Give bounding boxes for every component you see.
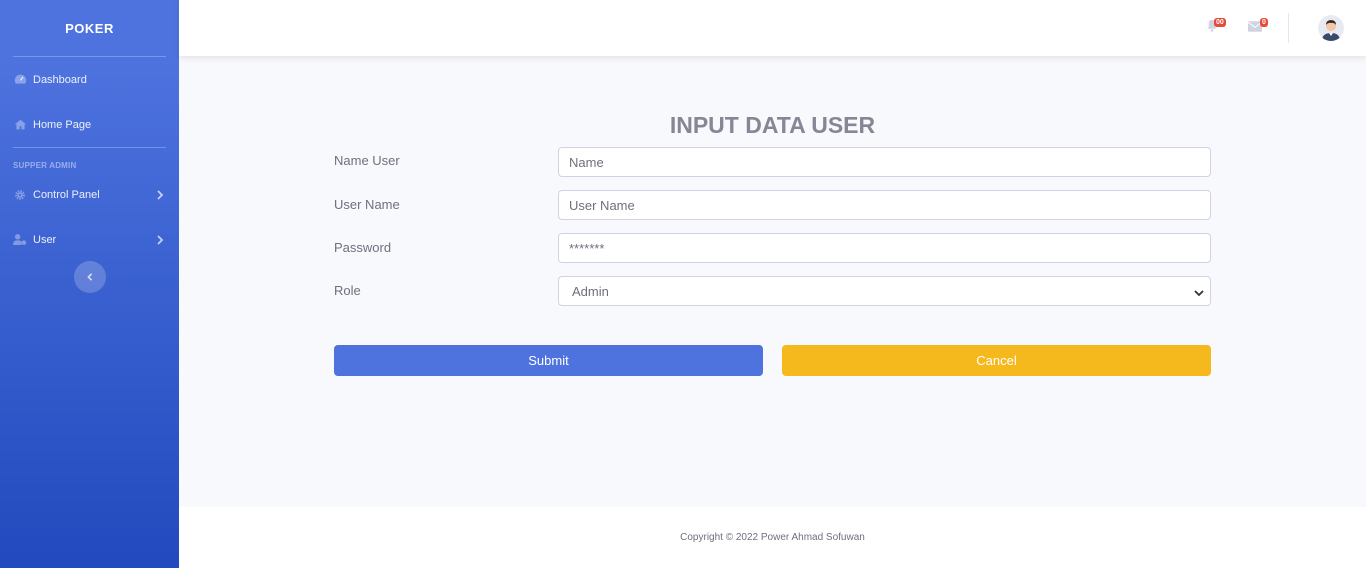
sidebar-item-home-page[interactable]: Home Page <box>0 102 179 147</box>
gear-icon <box>13 188 27 202</box>
sidebar-item-dashboard[interactable]: Dashboard <box>0 57 179 102</box>
copyright-text: Copyright © 2022 Power Ahmad Sofuwan <box>680 532 865 543</box>
role-label: Role <box>334 283 361 298</box>
submit-button[interactable]: Submit <box>334 345 763 376</box>
sidebar-item-control-panel[interactable]: Control Panel <box>0 172 179 217</box>
alerts-button[interactable]: 00 <box>1206 18 1226 33</box>
user-name-label: User Name <box>334 197 400 212</box>
name-user-label: Name User <box>334 153 400 168</box>
messages-badge: 0 <box>1260 18 1268 27</box>
chevron-down-icon <box>1194 286 1204 297</box>
user-cog-icon <box>13 233 27 247</box>
name-input[interactable]: Name <box>558 147 1211 177</box>
alerts-badge: 00 <box>1214 18 1226 27</box>
sidebar-heading: SUPPER ADMIN <box>13 161 77 170</box>
footer: Copyright © 2022 Power Ahmad Sofuwan <box>179 507 1366 568</box>
brand-title[interactable]: POKER <box>0 0 179 56</box>
sidebar-item-label: User <box>33 233 57 246</box>
sidebar-item-label: Control Panel <box>33 188 100 201</box>
user-name-input[interactable]: User Name <box>558 190 1211 220</box>
sidebar-toggle-button[interactable] <box>74 261 106 293</box>
role-select-value: Admin <box>572 283 609 299</box>
chevron-left-icon <box>86 268 94 286</box>
page-title: INPUT DATA USER <box>669 112 876 138</box>
chevron-right-icon <box>155 234 165 245</box>
topbar: 00 0 <box>179 0 1366 56</box>
sidebar-item-label: Dashboard <box>33 73 87 86</box>
sidebar-item-label: Home Page <box>33 118 92 131</box>
topbar-divider <box>1288 13 1289 43</box>
cancel-button[interactable]: Cancel <box>782 345 1211 376</box>
role-select[interactable]: Admin <box>558 276 1211 306</box>
messages-button[interactable]: 0 <box>1247 18 1268 33</box>
sidebar: POKER Dashboard Home Page SUPPER ADMIN C… <box>0 0 179 568</box>
chevron-right-icon <box>155 189 165 200</box>
password-label: Password <box>334 240 392 255</box>
tachometer-icon <box>13 73 27 87</box>
password-input[interactable]: ******* <box>558 233 1211 263</box>
sidebar-item-user[interactable]: User <box>0 217 179 262</box>
home-icon <box>13 118 27 132</box>
avatar[interactable] <box>1318 15 1344 41</box>
